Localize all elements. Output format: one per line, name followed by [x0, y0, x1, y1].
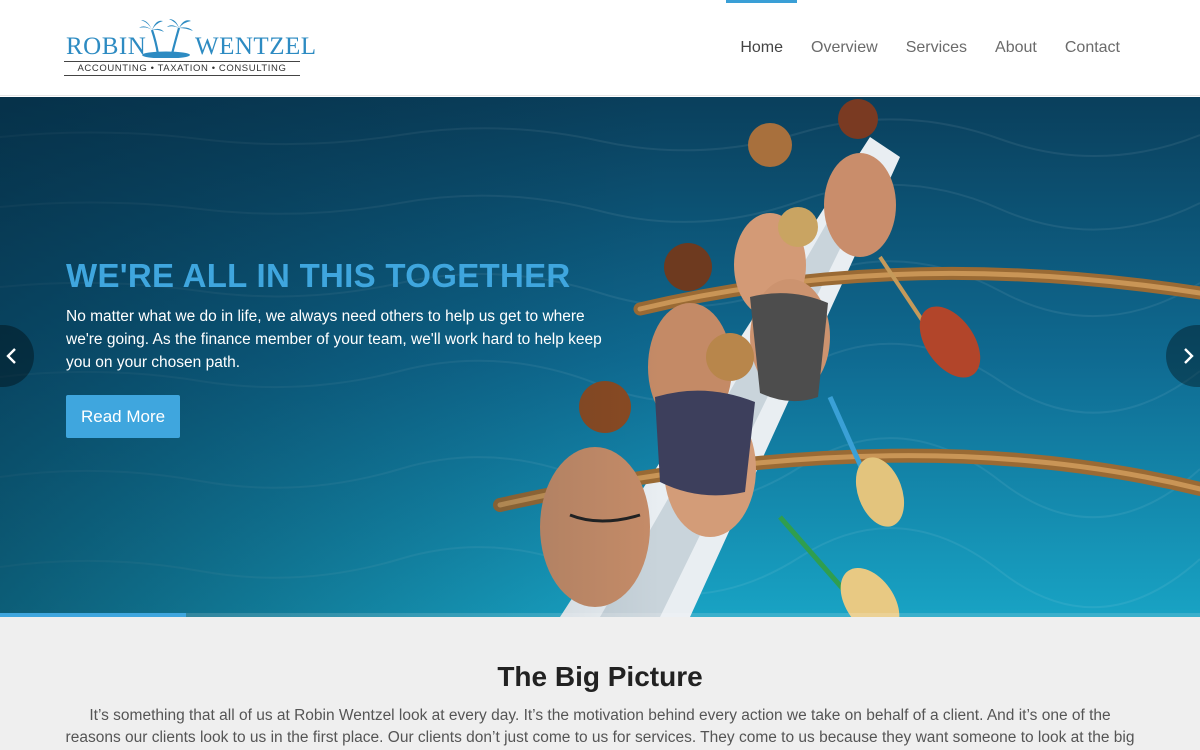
- logo-name-left: ROBIN: [66, 33, 147, 60]
- nav-item-contact[interactable]: Contact: [1051, 0, 1134, 96]
- nav-item-overview[interactable]: Overview: [797, 0, 892, 96]
- palm-tree-icon: [139, 19, 193, 58]
- hero-title: WE'RE ALL IN THIS TOGETHER: [66, 257, 571, 294]
- nav-item-home[interactable]: Home: [726, 0, 797, 96]
- main-nav: Home Overview Services About Contact: [726, 0, 1134, 96]
- section-body: It’s something that all of us at Robin W…: [65, 707, 1135, 746]
- nav-item-about[interactable]: About: [981, 0, 1051, 96]
- chevron-right-icon: [1184, 348, 1194, 364]
- section-text: It’s something that all of us at Robin W…: [60, 705, 1140, 750]
- hero-text: No matter what we do in life, we always …: [66, 308, 602, 371]
- section-title: The Big Picture: [497, 661, 703, 692]
- logo-name-right: WENTZEL: [195, 33, 317, 60]
- nav-item-services[interactable]: Services: [892, 0, 981, 96]
- logo-rule: [64, 75, 300, 76]
- big-picture-section: The Big Picture It’s something that all …: [0, 617, 1200, 750]
- read-more-button[interactable]: Read More: [66, 395, 181, 438]
- site-header: ROBIN WENTZEL ACCOUNTING • TAXATION • CO…: [0, 0, 1200, 96]
- logo-tagline: ACCOUNTING • TAXATION • CONSULTING: [77, 63, 287, 74]
- logo-rule: [64, 61, 300, 62]
- chevron-left-icon: [6, 348, 16, 364]
- hero-slider: WE'RE ALL IN THIS TOGETHER No matter wha…: [0, 97, 1200, 617]
- hero-caption: WE'RE ALL IN THIS TOGETHER No matter wha…: [66, 257, 606, 438]
- site-logo[interactable]: ROBIN WENTZEL ACCOUNTING • TAXATION • CO…: [64, 18, 316, 78]
